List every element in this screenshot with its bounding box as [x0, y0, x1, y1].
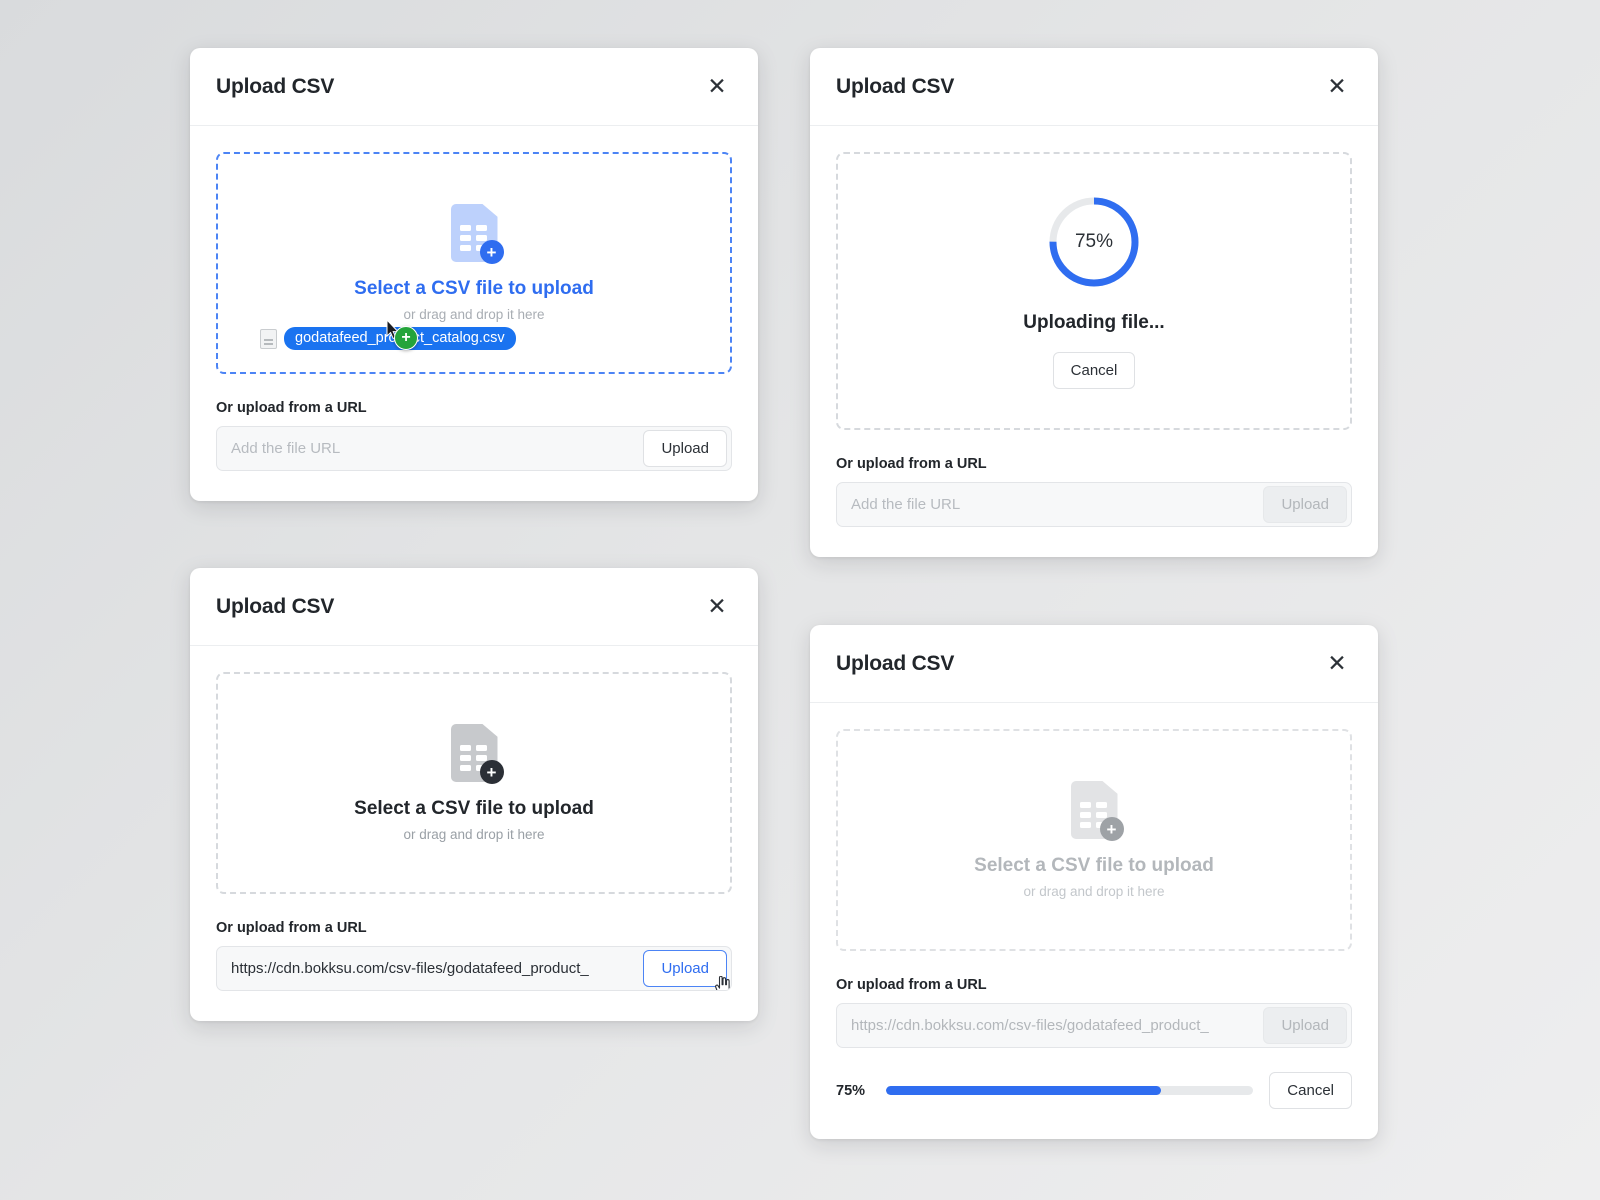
url-input-row: Upload: [836, 482, 1352, 527]
dialog-body: + Select a CSV file to upload or drag an…: [190, 126, 758, 501]
dialog-body: + Select a CSV file to upload or drag an…: [810, 703, 1378, 1139]
upload-progress-zone: 75% Uploading file... Cancel: [836, 152, 1352, 430]
page-title: Upload CSV: [216, 74, 335, 98]
upload-button-holder: Upload: [643, 950, 730, 990]
url-input-row: Upload: [836, 1003, 1352, 1048]
plus-badge-icon: +: [479, 240, 504, 264]
dialog-header: Upload CSV ✕: [810, 625, 1378, 703]
dragged-file-chip[interactable]: godatafeed_product_catalog.csv +: [260, 320, 516, 350]
upload-csv-dialog-url-entered: Upload CSV ✕ + Select a CSV file to uplo…: [190, 568, 758, 1021]
dropzone-subtitle: or drag and drop it here: [403, 307, 545, 322]
csv-file-add-icon: +: [1070, 781, 1124, 841]
upload-csv-dialog-url-uploading: Upload CSV ✕ + Select a CSV file to uplo…: [810, 625, 1378, 1139]
url-section-label: Or upload from a URL: [216, 920, 367, 936]
close-icon[interactable]: ✕: [702, 592, 732, 622]
upload-button: Upload: [1263, 486, 1347, 523]
url-input[interactable]: [217, 440, 644, 457]
url-section-label: Or upload from a URL: [216, 400, 367, 416]
file-dropzone[interactable]: + Select a CSV file to upload or drag an…: [216, 672, 732, 894]
progress-bar-fill: [886, 1086, 1162, 1095]
url-input: [837, 1017, 1264, 1034]
dropzone-subtitle: or drag and drop it here: [403, 827, 545, 842]
upload-button: Upload: [1263, 1007, 1347, 1044]
progress-percent-label: 75%: [836, 1082, 866, 1099]
url-input[interactable]: [217, 960, 644, 977]
progress-percent-label: 75%: [1074, 230, 1113, 252]
progress-bar-track: [886, 1086, 1254, 1095]
upload-progress-row: 75% Cancel: [836, 1072, 1352, 1109]
file-thumbnail-icon: [260, 328, 277, 349]
url-section-label: Or upload from a URL: [836, 456, 987, 472]
plus-badge-icon: +: [1099, 817, 1124, 841]
dialog-header: Upload CSV ✕: [190, 568, 758, 646]
close-icon[interactable]: ✕: [702, 72, 732, 102]
dialog-header: Upload CSV ✕: [190, 48, 758, 126]
dialog-body: 75% Uploading file... Cancel Or upload f…: [810, 126, 1378, 557]
dropzone-title: Select a CSV file to upload: [354, 798, 594, 819]
url-input: [837, 496, 1264, 513]
csv-file-add-icon: +: [450, 724, 504, 784]
cancel-button[interactable]: Cancel: [1052, 351, 1136, 389]
upload-button[interactable]: Upload: [643, 430, 727, 467]
page-title: Upload CSV: [836, 74, 955, 98]
page-title: Upload CSV: [216, 594, 335, 618]
file-dropzone[interactable]: + Select a CSV file to upload or drag an…: [216, 152, 732, 374]
url-input-row: Upload: [216, 946, 732, 991]
dropzone-title: Select a CSV file to upload: [974, 855, 1214, 876]
progress-ring-wrapper: 75% Uploading file... Cancel: [1023, 154, 1165, 428]
plus-badge-icon: +: [479, 760, 504, 784]
close-icon[interactable]: ✕: [1322, 649, 1352, 679]
upload-csv-dialog-uploading: Upload CSV ✕ 75% Uploading file... Cance…: [810, 48, 1378, 557]
dropzone-title: Select a CSV file to upload: [354, 278, 594, 299]
pointer-hand-cursor-icon: [715, 976, 730, 990]
url-section-label: Or upload from a URL: [836, 977, 987, 993]
dialog-body: + Select a CSV file to upload or drag an…: [190, 646, 758, 1021]
upload-csv-dialog-drag: Upload CSV ✕ + Select a CSV file to uplo…: [190, 48, 758, 501]
upload-status-text: Uploading file...: [1023, 311, 1165, 333]
page-title: Upload CSV: [836, 651, 955, 675]
file-dropzone: + Select a CSV file to upload or drag an…: [836, 729, 1352, 951]
progress-ring: 75%: [1046, 194, 1142, 290]
url-input-row: Upload: [216, 426, 732, 471]
dialog-header: Upload CSV ✕: [810, 48, 1378, 126]
close-icon[interactable]: ✕: [1322, 72, 1352, 102]
dropzone-subtitle: or drag and drop it here: [1023, 884, 1165, 899]
drag-plus-badge-icon: +: [394, 326, 418, 350]
csv-file-add-icon: +: [450, 204, 504, 264]
cancel-button[interactable]: Cancel: [1269, 1072, 1352, 1109]
